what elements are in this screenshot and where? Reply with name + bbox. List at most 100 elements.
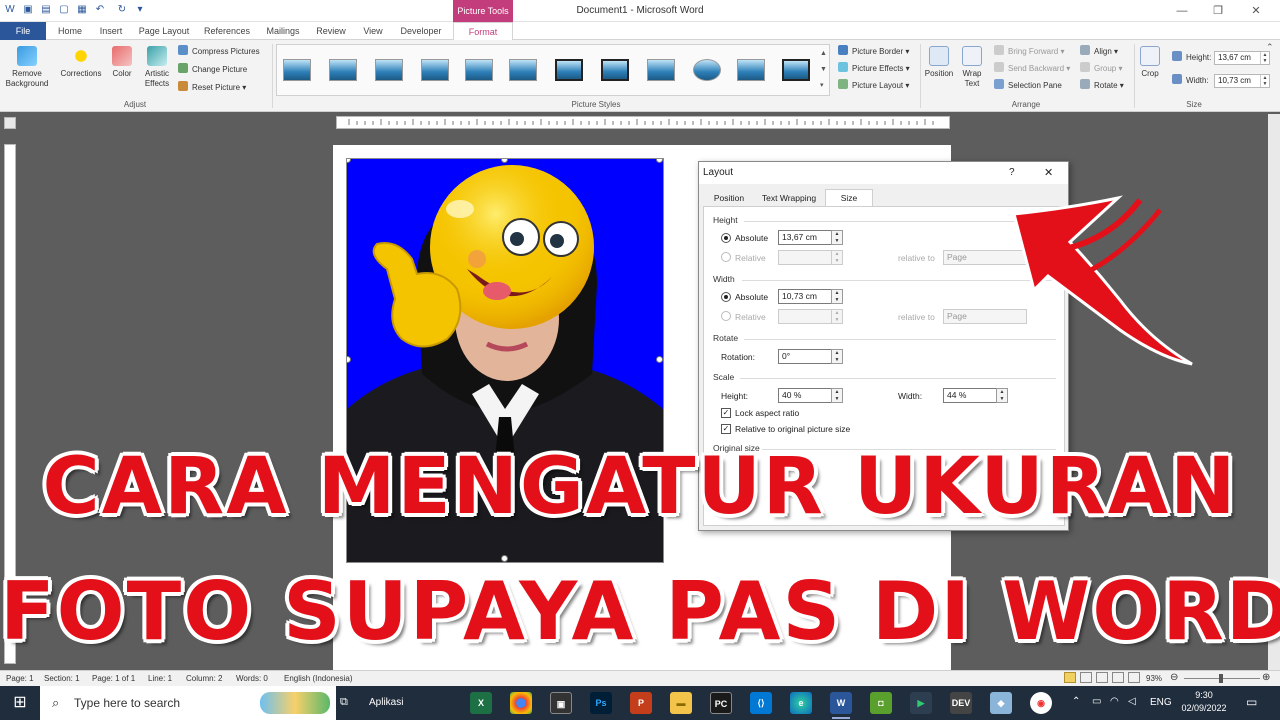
full-screen-view-icon[interactable] [1080,672,1092,683]
remove-background-button[interactable]: Remove Background [4,46,50,89]
horizontal-ruler[interactable] [336,116,950,129]
spinner-icon[interactable]: ▲ ▼ [1260,52,1269,64]
tab-format[interactable]: Format [453,22,513,41]
scale-width-input[interactable]: 44 % [943,388,997,403]
height-relative-input[interactable] [778,250,832,265]
excel-app-icon[interactable]: X [470,692,492,714]
picture-style-thumb[interactable] [693,59,721,81]
bring-forward-button[interactable]: Bring Forward ▾ [994,45,1065,59]
width-relative-input[interactable] [778,309,832,324]
resize-handle[interactable] [501,555,508,562]
minimize-icon[interactable]: — [1172,3,1192,19]
size-width-input[interactable]: 10,73 cm ▲ ▼ [1214,74,1270,88]
picture-style-thumb[interactable] [421,59,449,81]
status-section[interactable]: Section: 1 [44,674,80,683]
change-picture-button[interactable]: Change Picture [178,63,247,77]
file-explorer-icon[interactable]: ▬ [670,692,692,714]
corrections-button[interactable]: Corrections [56,46,106,79]
dialog-tab-text-wrapping[interactable]: Text Wrapping [755,189,823,206]
width-absolute-radio[interactable] [721,292,731,302]
dev-app-icon[interactable]: DEV [950,692,972,714]
language-indicator[interactable]: ENG [1150,697,1172,708]
tab-references[interactable]: References [199,22,255,40]
rotation-spinner[interactable]: ▲ ▼ [831,349,843,364]
aplikasi-label[interactable]: Aplikasi [369,697,403,708]
edge-app-icon[interactable]: e [790,692,812,714]
group-button[interactable]: Group ▾ [1080,62,1122,76]
gallery-scroll-icon[interactable]: ▲ ▼ ▾ [820,46,827,94]
notes-app-icon[interactable]: ◆ [990,692,1012,714]
status-page-of[interactable]: Page: 1 of 1 [92,674,135,683]
tab-file[interactable]: File [0,22,46,40]
picture-border-button[interactable]: Picture Border ▾ [838,45,909,59]
scale-height-input[interactable]: 40 % [778,388,832,403]
vscode-app-icon[interactable]: ⟨⟩ [750,692,772,714]
tab-page-layout[interactable]: Page Layout [133,22,195,40]
tab-view[interactable]: View [356,22,390,40]
draft-view-icon[interactable] [1128,672,1140,683]
selection-pane-button[interactable]: Selection Pane [994,79,1062,93]
wrap-text-button[interactable]: Wrap Text [958,46,986,89]
height-absolute-input[interactable]: 13,67 cm [778,230,832,245]
artistic-effects-button[interactable]: Artistic Effects [138,46,176,89]
kinemaster-app-icon[interactable]: ▶ [910,692,932,714]
zoom-slider-thumb[interactable] [1219,674,1224,683]
ruler-tab-selector[interactable] [4,117,16,129]
scale-height-spinner[interactable]: ▲ ▼ [831,388,843,403]
zoom-out-icon[interactable]: ⊖ [1170,672,1178,683]
tab-review[interactable]: Review [310,22,352,40]
taskbar-clock[interactable]: 9:30 02/09/2022 [1172,689,1236,715]
height-relative-spinner[interactable]: ▲ ▼ [831,250,843,265]
zoom-in-icon[interactable]: ⊕ [1262,672,1270,683]
picture-style-thumb[interactable] [283,59,311,81]
position-button[interactable]: Position [922,46,956,79]
picture-effects-button[interactable]: Picture Effects ▾ [838,62,910,76]
restore-icon[interactable]: ❐ [1208,3,1228,19]
notification-icon[interactable]: ▭ [1246,695,1257,709]
width-relative-radio[interactable] [721,311,731,321]
send-backward-button[interactable]: Send Backward ▾ [994,62,1070,76]
windows-start-icon[interactable]: ⊞ [0,686,40,720]
width-absolute-input[interactable]: 10,73 cm [778,289,832,304]
rotation-input[interactable]: 0° [778,349,832,364]
size-height-input[interactable]: 13,67 cm ▲ ▼ [1214,51,1270,65]
picture-style-thumb[interactable] [375,59,403,81]
wifi-icon[interactable]: ◠ [1110,696,1119,707]
status-column[interactable]: Column: 2 [186,674,222,683]
record-app-icon[interactable]: ◉ [1030,692,1052,714]
dialog-tab-position[interactable]: Position [707,189,751,206]
tab-home[interactable]: Home [50,22,90,40]
picture-styles-gallery[interactable] [276,44,830,96]
picture-style-thumb[interactable] [601,59,629,81]
height-relative-radio[interactable] [721,252,731,262]
scale-width-spinner[interactable]: ▲ ▼ [996,388,1008,403]
close-window-icon[interactable]: ✕ [1246,3,1266,19]
status-line[interactable]: Line: 1 [148,674,172,683]
picture-style-thumb[interactable] [782,59,810,81]
spinner-icon[interactable]: ▲ ▼ [1260,75,1269,87]
dialog-tab-size[interactable]: Size [825,189,873,207]
task-view-icon[interactable]: ⧉ [340,696,348,709]
picture-layout-button[interactable]: Picture Layout ▾ [838,79,909,93]
network-icon[interactable]: ▭ [1092,696,1101,707]
zoom-level[interactable]: 93% [1146,674,1162,683]
picture-style-thumb[interactable] [647,59,675,81]
height-absolute-spinner[interactable]: ▲ ▼ [831,230,843,245]
photoshop-app-icon[interactable]: Ps [590,692,612,714]
web-layout-view-icon[interactable] [1096,672,1108,683]
chrome-app-icon[interactable] [510,692,532,714]
rotate-button[interactable]: Rotate ▾ [1080,79,1124,93]
color-button[interactable]: Color [108,46,136,79]
media-app-icon[interactable]: ▣ [550,692,572,714]
tab-mailings[interactable]: Mailings [260,22,306,40]
picture-style-thumb[interactable] [329,59,357,81]
compress-pictures-button[interactable]: Compress Pictures [178,45,260,59]
print-layout-view-icon[interactable] [1064,672,1076,683]
powerpoint-app-icon[interactable]: P [630,692,652,714]
picture-style-thumb[interactable] [737,59,765,81]
width-absolute-spinner[interactable]: ▲ ▼ [831,289,843,304]
height-absolute-radio[interactable] [721,233,731,243]
picture-style-thumb[interactable] [465,59,493,81]
status-page[interactable]: Page: 1 [6,674,34,683]
collapse-ribbon-icon[interactable]: ⌃ [1266,42,1274,53]
